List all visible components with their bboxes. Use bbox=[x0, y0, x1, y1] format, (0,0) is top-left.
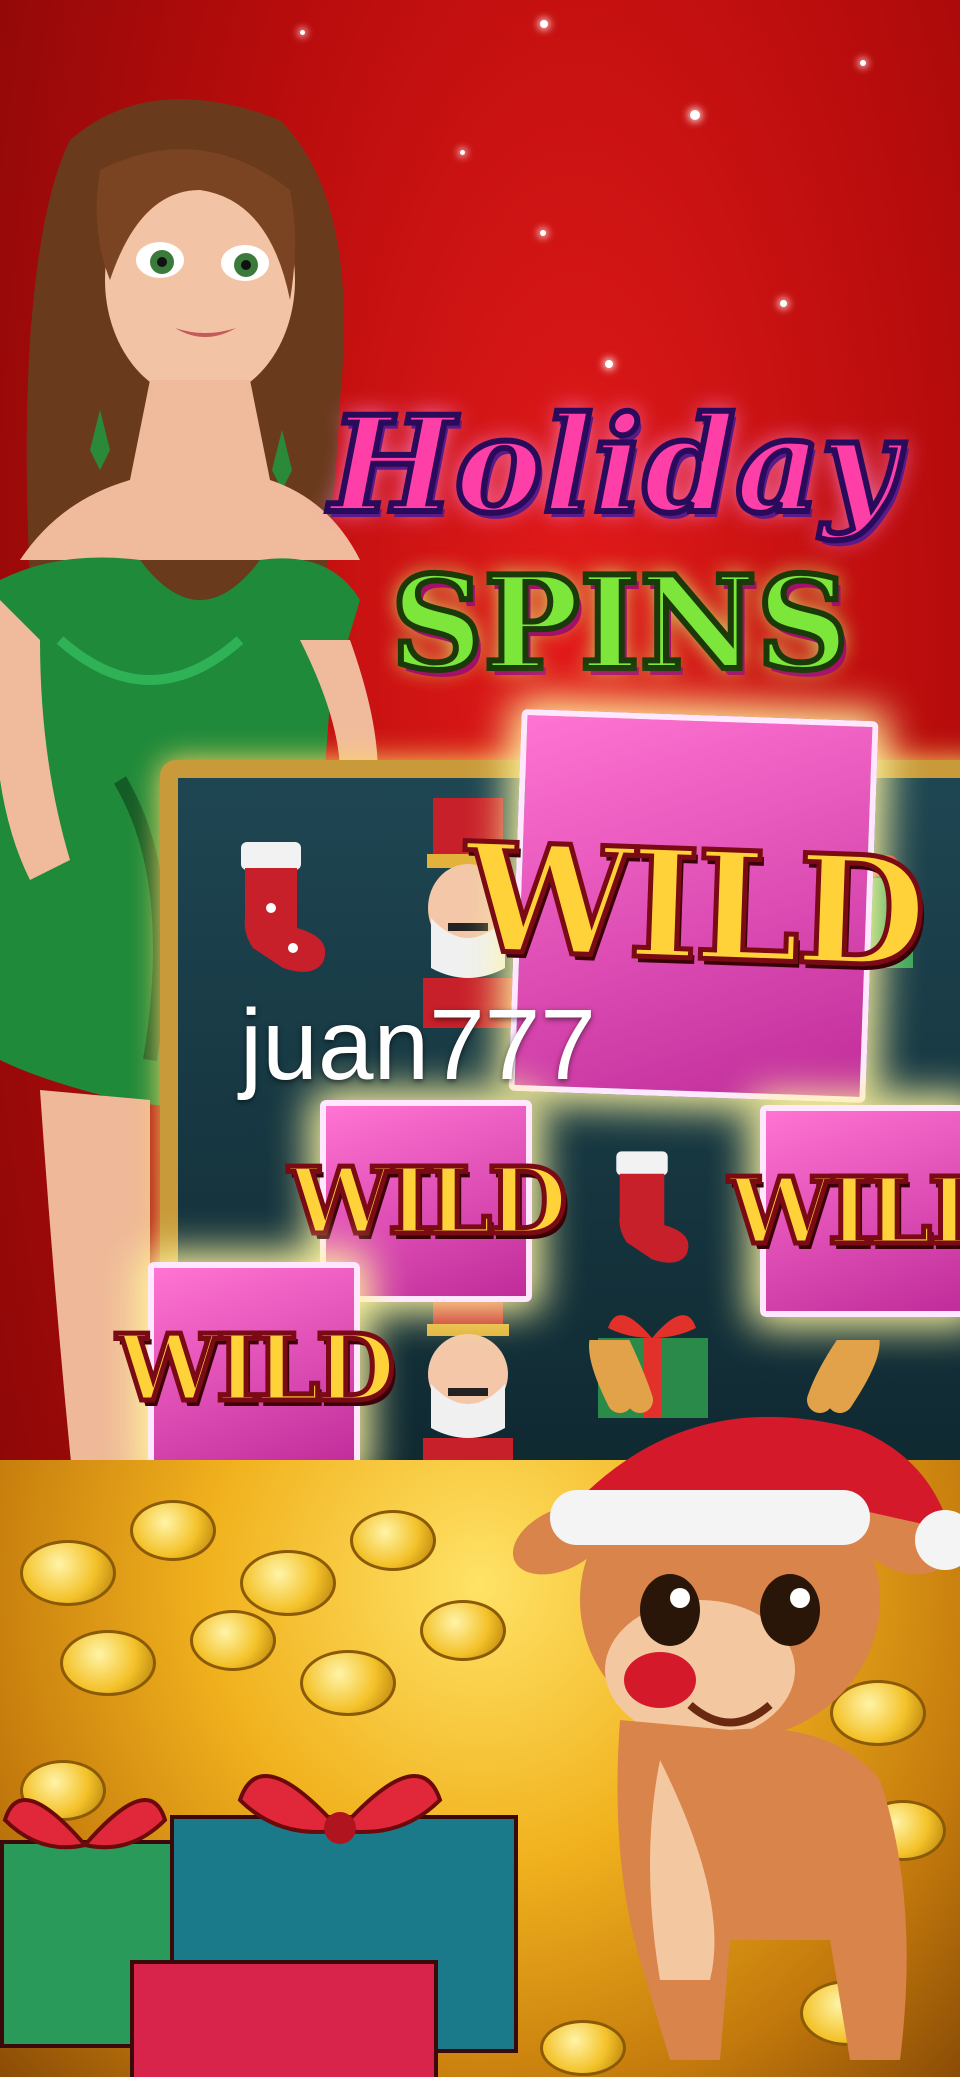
gift-bow-icon bbox=[237, 1774, 443, 1844]
game-logo: Holiday SPINS bbox=[327, 388, 901, 760]
wild-symbol: WILD bbox=[114, 1262, 398, 1474]
wild-symbol: WILD bbox=[726, 1105, 960, 1317]
wild-label: WILD bbox=[114, 1312, 398, 1425]
username-watermark: juan777 bbox=[240, 989, 596, 1101]
gift-box-icon bbox=[130, 1960, 438, 2077]
logo-title-holiday: Holiday bbox=[327, 388, 901, 543]
logo-title-spins: SPINS bbox=[388, 549, 852, 699]
reindeer-character-illustration bbox=[512, 1340, 960, 2060]
christmas-stocking-icon bbox=[241, 842, 326, 972]
promo-artwork: Holiday SPINS WILD WILD WIL WILD juan777 bbox=[0, 0, 960, 2077]
gift-bow-icon bbox=[2, 1798, 168, 1850]
christmas-stocking-icon bbox=[616, 1151, 689, 1263]
wild-label: WILD bbox=[726, 1155, 960, 1268]
